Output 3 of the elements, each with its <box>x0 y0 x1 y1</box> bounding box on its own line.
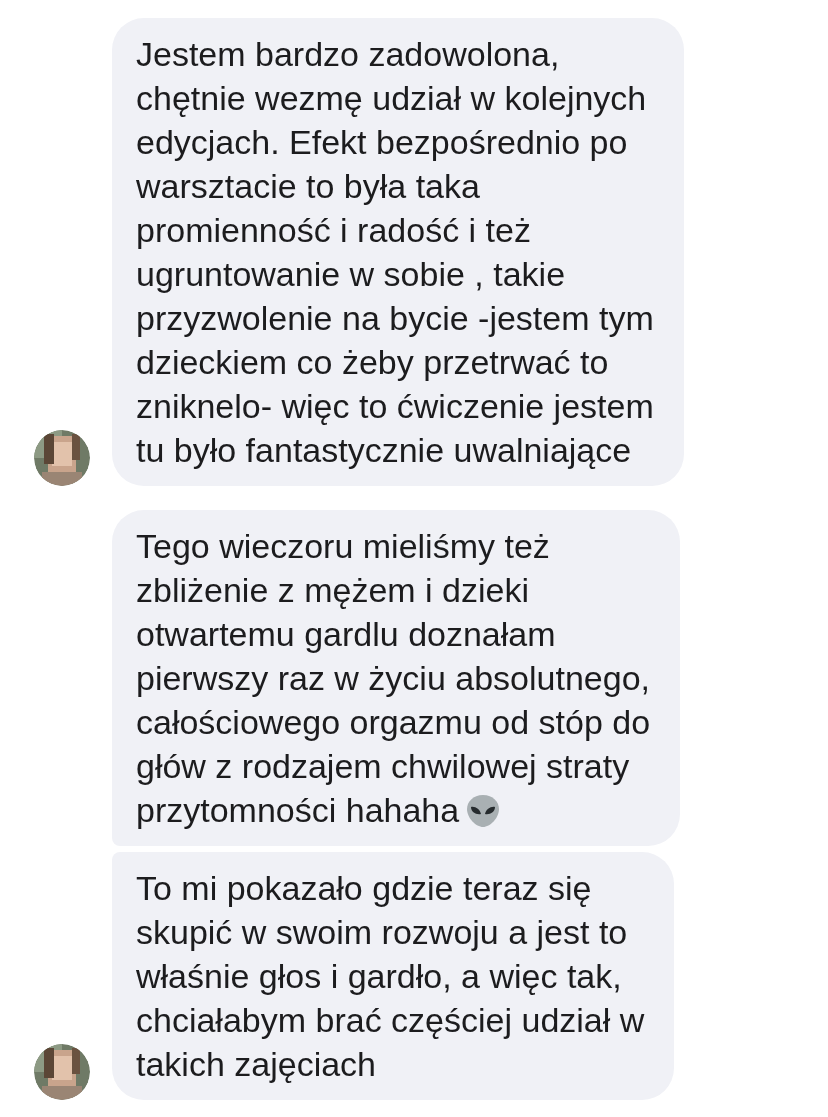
message-bubble: Tego wieczoru mieliśmy też zbliżenie z mężem i dzieki otwartemu gardlu doznałam pierwszy raz w życiu absolutnego, całościowego orgazmu od stóp do głów z rodzajem chwilowej straty przytomności hahaha <box>112 510 681 846</box>
message-bubble: Jestem bardzo zadowolona, chętnie wezmę udział w kolejnych edycjach. Efekt bezpośrednio po warsztacie to była taka promienność i radość i też ugruntowanie w sobie , takie przyzwolenie na bycie -jestem tym dzieckiem co żeby przetrwać to zniknelo- więc to ćwiczenie jestem tu było fantastycznie uwalniające <box>112 18 684 486</box>
message-bubble: To mi pokazało gdzie teraz się skupić w swoim rozwoju a jest to właśnie głos i gardło, a więc tak, chciałabym brać częściej udział w takich zajęciach <box>112 852 675 1100</box>
